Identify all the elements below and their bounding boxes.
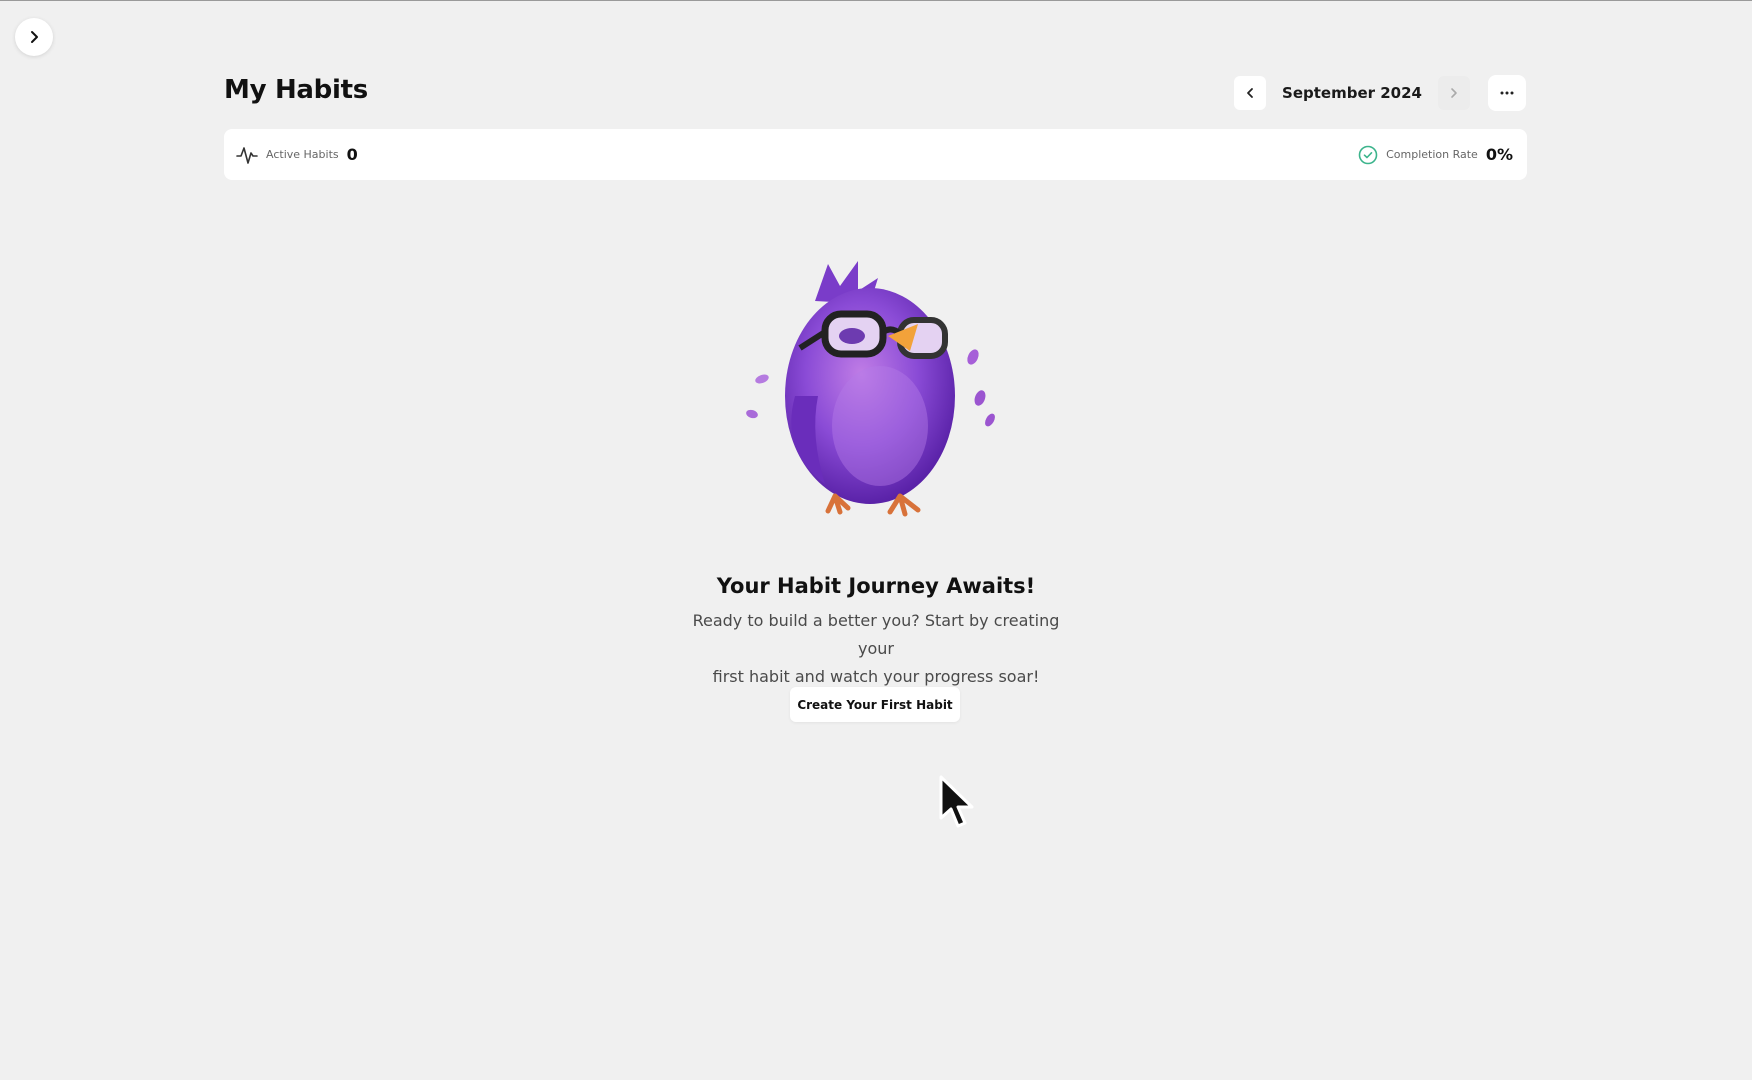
app-window: My Habits September 2024 Active Habits 0…	[0, 0, 1752, 1080]
empty-state-line-2: first habit and watch your progress soar…	[712, 667, 1040, 686]
completion-rate-stat: Completion Rate 0%	[1358, 145, 1513, 165]
active-habits-value: 0	[346, 145, 358, 164]
page-title: My Habits	[224, 75, 368, 105]
empty-state-description: Ready to build a better you? Start by cr…	[676, 607, 1076, 691]
empty-state-title: Your Habit Journey Awaits!	[716, 574, 1036, 598]
more-options-button[interactable]	[1488, 75, 1526, 111]
check-circle-icon	[1358, 145, 1378, 164]
sidebar-toggle-button[interactable]	[15, 18, 53, 56]
activity-pulse-icon	[236, 146, 258, 164]
ellipsis-icon	[1500, 91, 1514, 95]
active-habits-label: Active Habits	[266, 148, 339, 161]
create-first-habit-button[interactable]: Create Your First Habit	[790, 687, 960, 722]
stats-bar: Active Habits 0 Completion Rate 0%	[224, 129, 1527, 180]
current-month-label: September 2024	[1282, 84, 1422, 102]
active-habits-stat: Active Habits 0	[236, 145, 358, 165]
previous-month-button[interactable]	[1234, 76, 1267, 110]
next-month-button[interactable]	[1438, 76, 1470, 110]
month-navigation: September 2024	[1234, 75, 1526, 111]
mouse-cursor-icon	[939, 775, 974, 828]
completion-rate-value: 0%	[1485, 145, 1513, 164]
chevron-right-icon	[1451, 88, 1457, 98]
purple-bird-mascot-illustration	[746, 261, 995, 517]
chevron-left-icon	[1247, 88, 1253, 98]
empty-state-line-1: Ready to build a better you? Start by cr…	[692, 611, 1060, 658]
chevron-right-icon	[31, 31, 38, 43]
completion-rate-label: Completion Rate	[1386, 148, 1478, 161]
